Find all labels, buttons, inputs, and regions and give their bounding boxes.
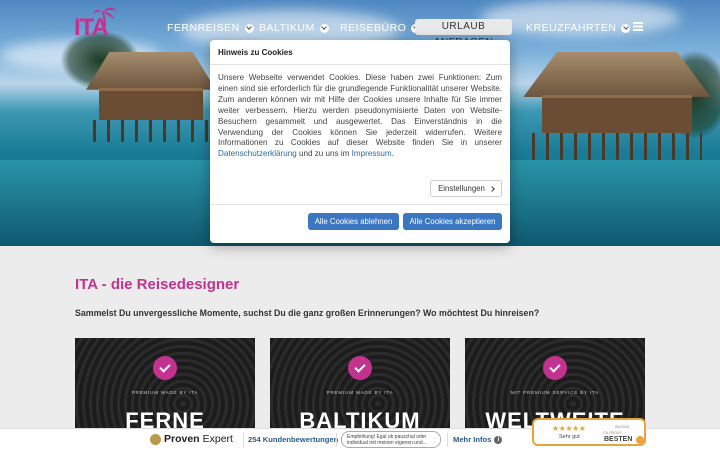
nav-baltikum-label: BALTIKUM: [259, 22, 315, 34]
accept-all-cookies-button[interactable]: Alle Cookies akzeptieren: [403, 213, 502, 230]
urlaub-anfragen-button[interactable]: URLAUB ANFRAGEN: [415, 19, 512, 48]
chevron-down-icon: [244, 23, 254, 33]
nav-reisebuero[interactable]: REISEBÜRO: [340, 20, 421, 36]
cookie-dialog-title: Hinweis zu Cookies: [210, 40, 510, 65]
nav-fernreisen[interactable]: FERNREISEN: [167, 20, 254, 36]
card-tag: PREMIUM MADE BY ITA: [131, 390, 199, 395]
check-icon: [543, 356, 567, 380]
card-tag: MIT PREMIUM SERVICE BY ITA: [510, 390, 600, 395]
checkmark-seal-icon: [150, 433, 161, 445]
imprint-link[interactable]: Impressum: [352, 149, 392, 158]
cookie-text: Unsere Webseite verwendet Cookies. Diese…: [218, 73, 502, 148]
medal-icon: [636, 436, 644, 444]
recommendation-quote: Empfehlung! Egal ob pauschal oder indivi…: [341, 431, 441, 448]
more-info-label: Mehr Infos: [453, 435, 492, 444]
decline-all-cookies-button[interactable]: Alle Cookies ablehnen: [308, 213, 399, 230]
info-icon: i: [494, 435, 503, 444]
more-info-link[interactable]: Mehr Infos i: [453, 435, 503, 444]
chevron-down-icon: [319, 23, 329, 33]
chevron-right-icon: [489, 185, 495, 192]
cookie-settings-label: Einstellungen: [438, 184, 485, 193]
divider: [447, 433, 448, 447]
nav-kreuzfahrten-label: KREUZFAHRTEN: [526, 22, 617, 34]
privacy-policy-link[interactable]: Datenschutzerklärung: [218, 149, 297, 158]
check-icon: [348, 356, 372, 380]
cookie-text-between: und zu uns im: [298, 149, 350, 159]
cookie-settings-button[interactable]: Einstellungen: [430, 180, 502, 197]
provenexpert-logo-a: Proven: [164, 433, 200, 445]
check-icon: [153, 356, 177, 380]
divider: [336, 433, 337, 447]
provenexpert-rating-badge[interactable]: ★★★★★ Sehr gut 08/2024 ITA GROUP BESTEN: [532, 418, 646, 446]
chevron-down-icon: [621, 23, 631, 33]
page-subline: Sammelst Du unvergessliche Momente, such…: [75, 308, 540, 318]
divider: [243, 433, 244, 447]
provenexpert-logo-b: Expert: [202, 433, 233, 445]
provenexpert-logo[interactable]: Proven Expert: [150, 433, 233, 445]
page-headline: ITA - die Reisedesigner: [75, 276, 240, 293]
palm-logo-icon: [93, 7, 117, 27]
cookie-dialog: Hinweis zu Cookies Unsere Webseite verwe…: [210, 40, 510, 243]
rating-label: Sehr gut: [559, 434, 580, 440]
nav-baltikum[interactable]: BALTIKUM: [259, 20, 329, 36]
cookie-dialog-text: Unsere Webseite verwendet Cookies. Diese…: [210, 65, 510, 160]
ita-logo[interactable]: ITA: [74, 6, 120, 50]
rating-stars-icon: ★★★★★: [552, 424, 586, 433]
cookie-text-end: .: [391, 149, 394, 159]
nav-reisebuero-label: REISEBÜRO: [340, 22, 407, 34]
card-tag: PREMIUM MADE BY ITA: [326, 390, 394, 395]
nav-fernreisen-label: FERNREISEN: [167, 22, 240, 34]
reviews-count-link[interactable]: 254 Kundenbewertungen: [248, 435, 338, 444]
card-fernreisen[interactable]: PREMIUM MADE BY ITA FERNE: [75, 338, 255, 432]
badge-date: 08/2024: [615, 424, 630, 429]
nav-kreuzfahrten[interactable]: KREUZFAHRTEN: [526, 20, 631, 36]
badge-best-text: BESTEN: [604, 436, 633, 443]
hamburger-icon[interactable]: [633, 22, 643, 31]
card-baltikum[interactable]: PREMIUM MADE BY ITA BALTIKUM: [270, 338, 450, 432]
cookie-dialog-footer: Alle Cookies ablehnen Alle Cookies akzep…: [210, 204, 510, 243]
badge-small-text: ITA GROUP: [603, 431, 622, 435]
